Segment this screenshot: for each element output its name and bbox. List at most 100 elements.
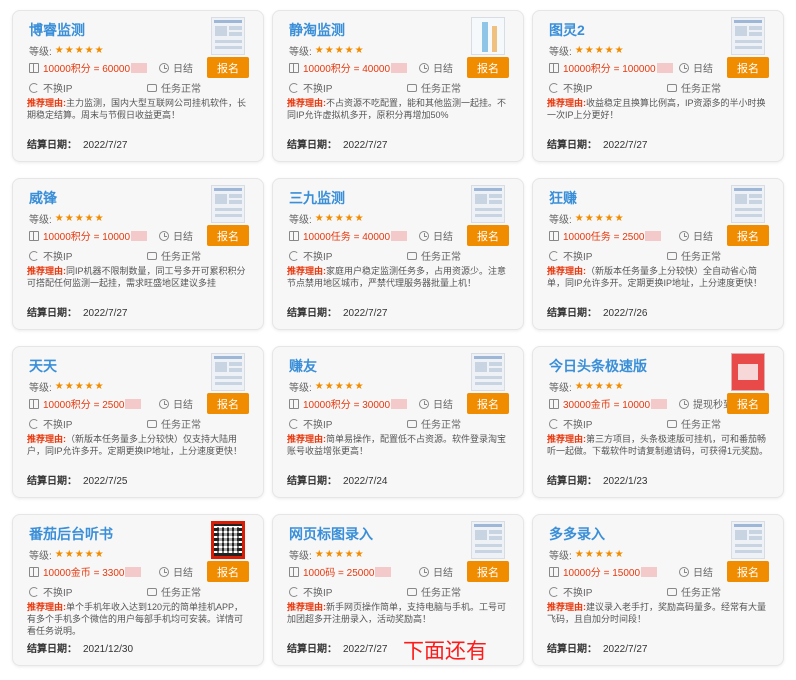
settle-cycle-text: 日结 [173,568,193,579]
signup-button[interactable]: 报名 [727,57,769,78]
settle-cycle-text: 日结 [693,232,713,243]
refresh-icon [549,586,559,597]
task-card: 今日头条极速版 等级: ★★★★★ 30000金币 = 10000 提现秒到账 报名 不换I… [532,346,784,498]
signup-button[interactable]: 报名 [727,561,769,582]
redacted-mask [391,398,408,409]
refresh-icon [29,418,39,429]
clock-icon [679,398,689,409]
app-thumbnail [731,17,765,55]
task-title-link[interactable]: 博睿监测 [29,20,85,40]
exchange-rate: 10000积分 = 30000 [289,396,408,411]
ip-requirement-text: 不换IP [43,588,73,599]
recommend-reason-label: 推荐理由: [27,98,66,108]
signup-button[interactable]: 报名 [727,393,769,414]
ip-requirement-text: 不换IP [303,420,333,431]
recommend-reason: 推荐理由:家庭用户稳定监测任务多，占用资源少。注意节点禁用地区城市，严禁代理服务… [287,265,511,289]
task-status-text: 任务正常 [161,252,201,263]
settle-date-label: 结算日期： [287,140,337,151]
settle-date-value: 2022/7/24 [343,476,388,487]
task-status-text: 任务正常 [161,84,201,95]
signup-button[interactable]: 报名 [207,225,249,246]
signup-button[interactable]: 报名 [207,57,249,78]
settle-date-value: 2022/7/27 [343,140,388,151]
settle-cycle: 日结 [419,396,453,411]
exchange-rate: 10000积分 = 60000 [29,60,148,75]
exchange-rate: 10000积分 = 40000 [289,60,408,75]
exchange-rate-text: 10000金币 = 3300 [43,568,125,579]
settle-date-value: 2022/7/27 [603,644,648,655]
signup-button[interactable]: 报名 [727,225,769,246]
signup-button[interactable]: 报名 [207,561,249,582]
ip-requirement: 不换IP [29,584,72,599]
signup-button[interactable]: 报名 [207,393,249,414]
ip-requirement: 不换IP [29,248,72,263]
settle-date: 结算日期： 2022/1/23 [547,472,648,487]
task-title-link[interactable]: 番茄后台听书 [29,524,113,544]
star-rating: ★★★★★ [54,381,105,392]
exchange-rate: 10000金币 = 3300 [29,564,142,579]
task-status: 任务正常 [667,416,721,431]
task-title-link[interactable]: 多多录入 [549,524,605,544]
settle-cycle: 日结 [419,60,453,75]
task-title-link[interactable]: 静淘监测 [289,20,345,40]
signup-button[interactable]: 报名 [467,393,509,414]
chat-icon [667,251,677,260]
task-status: 任务正常 [147,248,201,263]
book-icon [549,62,559,73]
settle-date-value: 2022/7/27 [83,308,128,319]
task-title-link[interactable]: 图灵2 [549,20,585,40]
refresh-icon [289,418,299,429]
level-row: 等级: ★★★★★ [549,547,625,562]
recommend-reason-label: 推荐理由: [287,602,326,612]
signup-button[interactable]: 报名 [467,57,509,78]
task-card: 三九监测 等级: ★★★★★ 10000任务 = 40000 日结 报名 不换IP 任务正常推… [272,178,524,330]
task-title-link[interactable]: 天天 [29,356,57,376]
star-rating: ★★★★★ [574,213,625,224]
settle-date-value: 2022/7/26 [603,308,648,319]
task-status: 任务正常 [407,584,461,599]
redacted-mask [131,230,148,241]
task-status-text: 任务正常 [161,420,201,431]
clock-icon [679,62,689,73]
book-icon [29,566,39,577]
ip-requirement: 不换IP [289,248,332,263]
signup-button[interactable]: 报名 [467,225,509,246]
refresh-icon [29,586,39,597]
task-title-link[interactable]: 赚友 [289,356,317,376]
task-title-link[interactable]: 网页标图录入 [289,524,373,544]
refresh-icon [549,250,559,261]
book-icon [289,230,299,241]
redacted-mask [125,398,142,409]
clock-icon [159,62,169,73]
ip-requirement-text: 不换IP [303,588,333,599]
exchange-rate: 1000码 = 25000 [289,564,392,579]
settle-cycle: 日结 [679,564,713,579]
settle-cycle-text: 日结 [173,232,193,243]
star-rating: ★★★★★ [314,549,365,560]
clock-icon [419,398,429,409]
star-rating: ★★★★★ [574,549,625,560]
task-title-link[interactable]: 今日头条极速版 [549,356,647,376]
ip-requirement-text: 不换IP [43,84,73,95]
level-row: 等级: ★★★★★ [29,211,105,226]
ip-requirement-text: 不换IP [303,252,333,263]
recommend-reason: 推荐理由:（新版本任务量多上分较快）全自动省心简单，同IP允许多开。定期更换IP… [547,265,771,289]
star-rating: ★★★★★ [314,381,365,392]
signup-button[interactable]: 报名 [467,561,509,582]
ip-requirement-text: 不换IP [43,420,73,431]
star-rating: ★★★★★ [314,45,365,56]
level-row: 等级: ★★★★★ [549,211,625,226]
task-title-link[interactable]: 狂赚 [549,188,577,208]
task-title-link[interactable]: 威锋 [29,188,57,208]
refresh-icon [289,250,299,261]
task-status-text: 任务正常 [421,588,461,599]
exchange-rate-text: 10000积分 = 60000 [43,64,131,75]
level-row: 等级: ★★★★★ [549,43,625,58]
app-qr-thumbnail [211,521,245,559]
ip-requirement: 不换IP [289,416,332,431]
refresh-icon [289,586,299,597]
task-title-link[interactable]: 三九监测 [289,188,345,208]
ip-requirement: 不换IP [549,416,592,431]
task-status-text: 任务正常 [421,252,461,263]
settle-date-label: 结算日期： [27,644,77,655]
